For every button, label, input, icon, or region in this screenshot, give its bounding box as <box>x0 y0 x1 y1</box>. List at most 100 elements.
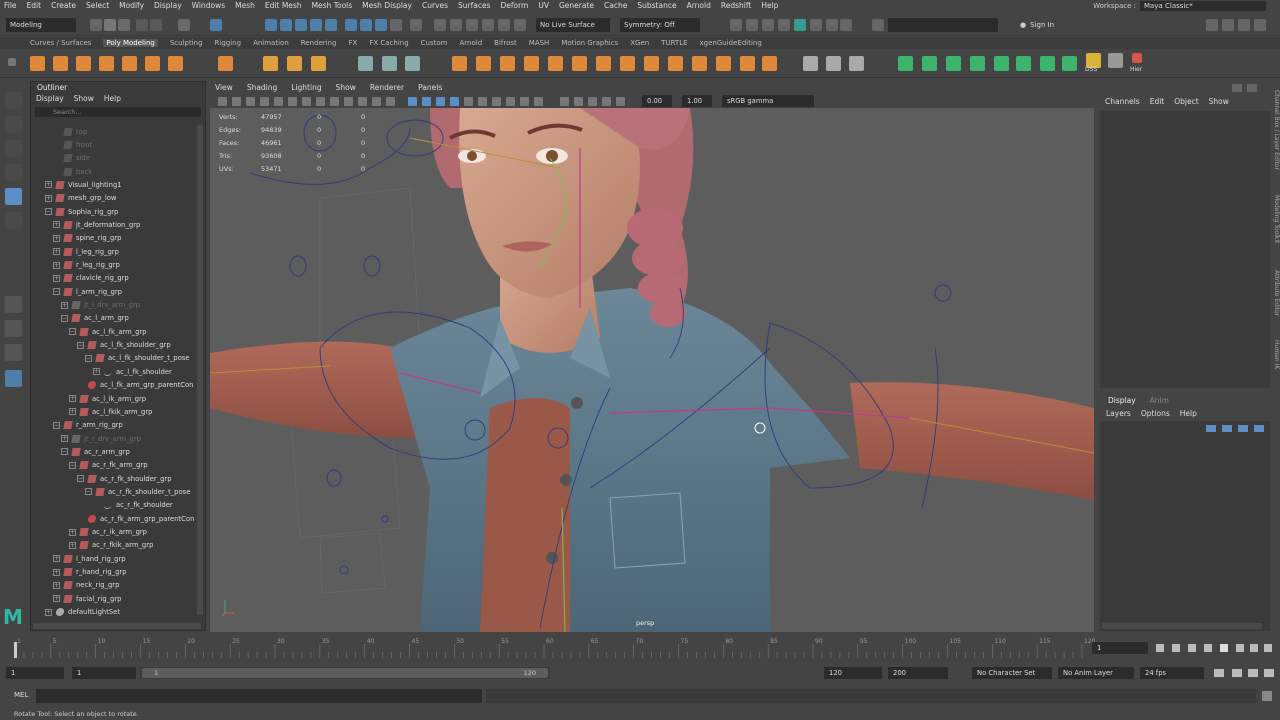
poly-cube-icon[interactable] <box>53 56 68 71</box>
select-by-hierarchy-icon[interactable] <box>178 19 190 31</box>
expand-toggle-icon[interactable]: + <box>69 528 76 536</box>
straighten-uv-icon[interactable] <box>970 56 985 71</box>
expand-toggle-icon[interactable]: + <box>61 301 68 309</box>
lasso-tool-icon[interactable] <box>5 116 22 133</box>
fps-dropdown[interactable]: 24 fps <box>1140 667 1204 679</box>
outliner-item[interactable]: + spine_rig_grp <box>53 232 121 245</box>
layout-uv-icon[interactable] <box>946 56 961 71</box>
tab-anim[interactable]: Anim <box>1150 395 1169 407</box>
outliner-item[interactable]: + facial_rig_grp <box>53 592 121 605</box>
unfold-uv-icon[interactable] <box>922 56 937 71</box>
pause-render-icon[interactable] <box>840 19 852 31</box>
outliner-item[interactable]: − ac_l_fk_arm_grp <box>69 325 147 338</box>
expand-toggle-icon[interactable]: + <box>53 568 60 576</box>
outliner-item[interactable]: + defaultLightSet <box>45 606 120 619</box>
single-perspective-layout-icon[interactable] <box>5 296 22 313</box>
outliner-search-input[interactable]: Search... <box>35 107 201 117</box>
expand-toggle-icon[interactable]: − <box>85 354 92 362</box>
outliner-item[interactable]: ac_r_fk_arm_grp_parentCon <box>77 512 194 525</box>
expand-toggle-icon[interactable]: − <box>69 328 76 336</box>
combine-icon[interactable] <box>382 56 397 71</box>
outliner-item[interactable]: front <box>53 138 92 151</box>
channel-box-close-icon[interactable] <box>1247 84 1257 92</box>
poly-cone-icon[interactable] <box>99 56 114 71</box>
audio-icon[interactable] <box>1232 669 1242 677</box>
channels-menu[interactable]: Channels <box>1105 93 1140 111</box>
outliner-item[interactable]: + ac_r_fkik_arm_grp <box>69 539 153 552</box>
menu-modify[interactable]: Modify <box>119 1 144 10</box>
gate-mask-icon[interactable] <box>344 97 353 106</box>
go-to-end-icon[interactable] <box>1264 644 1272 652</box>
extrude-icon[interactable] <box>476 56 491 71</box>
viewport-menu-renderer[interactable]: Renderer <box>370 83 404 94</box>
new-layer-selected-icon[interactable] <box>1254 425 1264 432</box>
render-frame-icon[interactable] <box>746 19 758 31</box>
expand-toggle-icon[interactable]: − <box>77 475 84 483</box>
anim-layer-dropdown[interactable]: No Anim Layer <box>1058 667 1134 679</box>
time-slider[interactable]: 1 5 10 15 20 25 30 35 40 45 50 55 60 65 70 75 80 85 90 95 10… <box>0 636 1280 660</box>
workspace-dropdown[interactable]: Maya Classic* <box>1140 1 1266 11</box>
outliner-menu-help[interactable]: Help <box>104 93 121 105</box>
render-view-icon[interactable] <box>730 19 742 31</box>
sign-in-button[interactable]: ● Sign In <box>1016 18 1094 32</box>
outliner-item[interactable]: − ac_r_fk_shoulder_t_pose <box>85 485 190 498</box>
anti-alias-icon[interactable] <box>520 97 529 106</box>
separate-icon[interactable] <box>405 56 420 71</box>
expand-toggle-icon[interactable]: + <box>69 408 76 416</box>
expand-toggle-icon[interactable]: − <box>77 341 84 349</box>
expand-toggle-icon[interactable]: + <box>45 608 52 616</box>
expand-toggle-icon[interactable]: − <box>61 314 68 322</box>
menu-mesh[interactable]: Mesh <box>235 1 255 10</box>
play-forwards-icon[interactable] <box>1220 644 1228 652</box>
gamma-field[interactable]: 1.00 <box>682 95 712 107</box>
field-chart-icon[interactable] <box>358 97 367 106</box>
object-menu[interactable]: Object <box>1174 93 1198 111</box>
select-tool-icon[interactable] <box>5 92 22 109</box>
play-backwards-icon[interactable] <box>1204 644 1212 652</box>
poly-cylinder-icon[interactable] <box>76 56 91 71</box>
resolution-gate-icon[interactable] <box>330 97 339 106</box>
poly-plane-icon[interactable] <box>145 56 160 71</box>
arnold-render-icon[interactable] <box>826 19 838 31</box>
select-deform-icon[interactable] <box>375 19 387 31</box>
expand-toggle-icon[interactable]: − <box>61 448 68 456</box>
perspective-viewport[interactable]: Verts: 47957 0 0 Edges: 94839 0 0 Faces: 46961 0 0 T… <box>210 108 1094 632</box>
image-plane-icon[interactable] <box>260 97 269 106</box>
redo-icon[interactable] <box>150 19 162 31</box>
character-set-dropdown[interactable]: No Character Set <box>972 667 1052 679</box>
outliner-item[interactable]: − ac_r_arm_grp <box>61 445 130 458</box>
side-tab-modeling-toolkit[interactable]: Modeling Toolkit <box>1271 195 1280 243</box>
menu-redshift[interactable]: Redshift <box>721 1 751 10</box>
playback-end-field[interactable]: 120 <box>824 667 882 679</box>
step-back-frame-icon[interactable] <box>1188 644 1196 652</box>
menu-edit-mesh[interactable]: Edit Mesh <box>265 1 302 10</box>
menu-substance[interactable]: Substance <box>637 1 676 10</box>
menuset-dropdown[interactable]: Modeling <box>6 18 76 32</box>
shelf-tab-curves-surfaces[interactable]: Curves / Surfaces <box>30 39 91 47</box>
uv-sets-icon[interactable] <box>1062 56 1077 71</box>
outliner-item[interactable]: ac_l_fk_arm_grp_parentCon <box>77 379 194 392</box>
layer-move-down-icon[interactable] <box>1222 425 1232 432</box>
outliner-item[interactable]: ac_r_fk_shoulder <box>93 499 173 512</box>
outliner-item[interactable]: − r_arm_rig_grp <box>53 419 123 432</box>
expand-toggle-icon[interactable]: + <box>53 555 60 563</box>
isolate-select-icon[interactable] <box>560 97 569 106</box>
workspace-selector[interactable]: Workspace : Maya Classic* <box>1093 1 1266 11</box>
shelf-tab-motion-graphics[interactable]: Motion Graphics <box>561 39 618 47</box>
animation-end-field[interactable]: 200 <box>888 667 948 679</box>
outliner-item[interactable]: back <box>53 165 92 178</box>
select-edge-icon[interactable] <box>280 19 292 31</box>
highlight-selection-icon[interactable] <box>410 19 422 31</box>
menu-mesh-tools[interactable]: Mesh Tools <box>312 1 353 10</box>
show-hide-channel-box-icon[interactable] <box>1254 19 1266 31</box>
expand-toggle-icon[interactable]: + <box>53 234 60 242</box>
current-frame-marker[interactable] <box>14 642 17 658</box>
render-setup-icon[interactable] <box>810 19 822 31</box>
outliner-item[interactable]: + jt_r_drv_arm_grp <box>61 432 141 445</box>
outliner-item[interactable]: + l_hand_rig_grp <box>53 552 126 565</box>
expand-toggle-icon[interactable]: + <box>53 248 60 256</box>
shelf-gear-icon[interactable] <box>8 58 16 66</box>
tab-display[interactable]: Display <box>1108 395 1136 407</box>
save-scene-icon[interactable] <box>118 19 130 31</box>
outliner-menu-display[interactable]: Display <box>36 93 64 105</box>
